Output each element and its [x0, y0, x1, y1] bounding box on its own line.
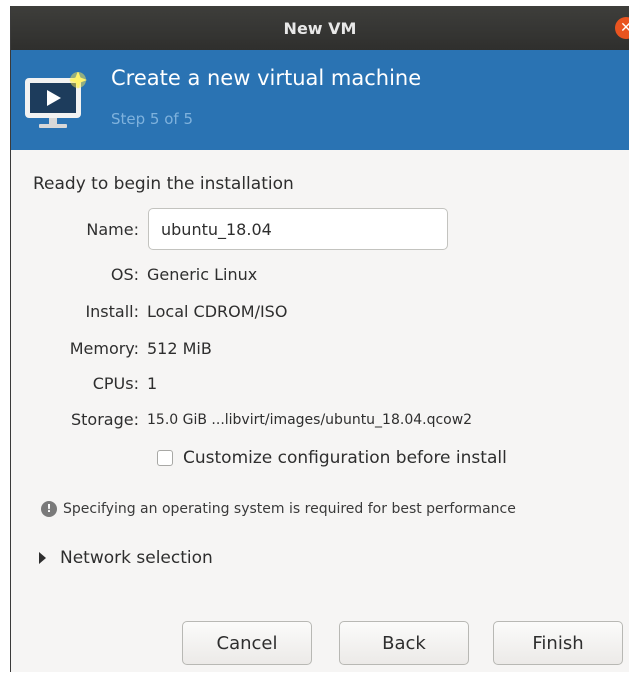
new-vm-dialog: New VM ✕ Create a new virtual machine St… — [10, 6, 629, 672]
customize-option[interactable]: Customize configuration before install — [157, 448, 507, 468]
finish-button[interactable]: Finish — [493, 621, 623, 665]
cpus-label: CPUs: — [92, 374, 139, 393]
vm-monitor-icon — [25, 72, 87, 128]
close-icon[interactable]: ✕ — [615, 17, 629, 39]
network-selection-expander[interactable]: Network selection — [39, 548, 213, 568]
back-button[interactable]: Back — [339, 621, 469, 665]
network-selection-label[interactable]: Network selection — [60, 548, 213, 568]
memory-value: 512 MiB — [147, 339, 212, 358]
header-banner: Create a new virtual machine Step 5 of 5 — [11, 50, 629, 150]
banner-title: Create a new virtual machine — [111, 66, 422, 90]
info-message: ! Specifying an operating system is requ… — [41, 501, 516, 517]
install-value: Local CDROM/ISO — [147, 302, 288, 321]
title-bar: New VM ✕ — [11, 6, 629, 50]
storage-value: 15.0 GiB ...libvirt/images/ubuntu_18.04.… — [147, 412, 473, 428]
customize-checkbox[interactable] — [157, 450, 173, 466]
info-icon: ! — [41, 501, 57, 517]
cancel-button[interactable]: Cancel — [182, 621, 312, 665]
cpus-value: 1 — [147, 374, 158, 393]
customize-label[interactable]: Customize configuration before install — [183, 448, 507, 468]
os-value: Generic Linux — [147, 265, 258, 284]
install-label: Install: — [85, 302, 139, 321]
window-title: New VM — [283, 18, 357, 38]
expander-arrow-icon[interactable] — [39, 552, 46, 564]
os-label: OS: — [110, 265, 139, 284]
name-label: Name: — [86, 220, 139, 239]
storage-label: Storage: — [71, 410, 139, 429]
step-indicator: Step 5 of 5 — [111, 110, 194, 128]
info-text: Specifying an operating system is requir… — [63, 501, 516, 517]
ready-heading: Ready to begin the installation — [33, 174, 294, 194]
vm-name-input[interactable] — [148, 208, 448, 250]
memory-label: Memory: — [69, 339, 139, 358]
